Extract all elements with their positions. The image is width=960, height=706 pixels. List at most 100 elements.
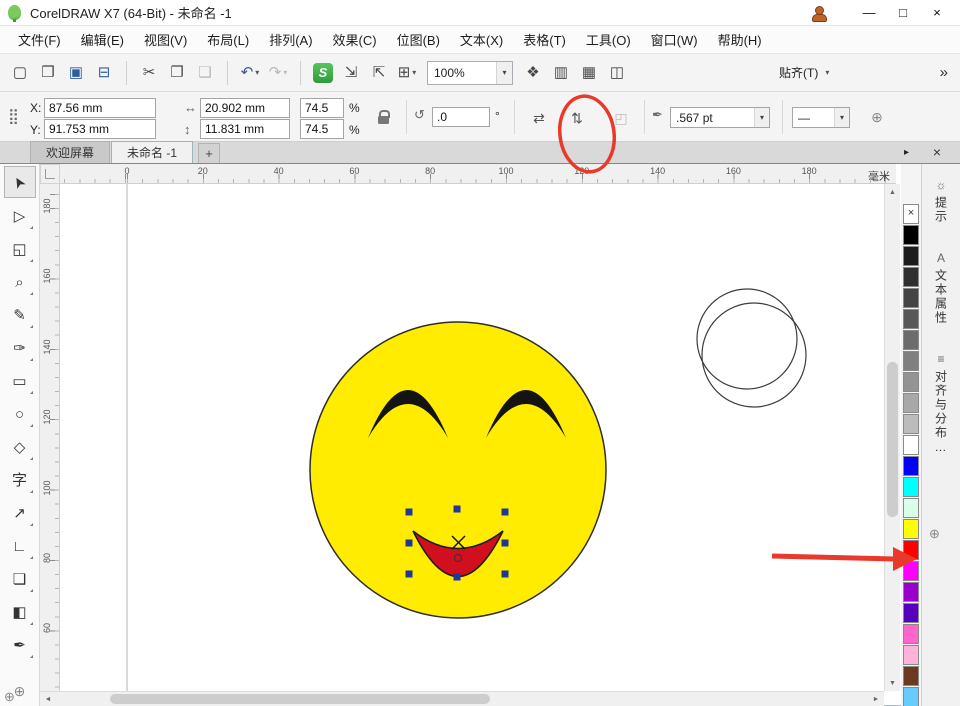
scroll-up-button[interactable]: ▲	[885, 185, 900, 199]
lock-ratio-button[interactable]	[370, 105, 396, 129]
scroll-left-button[interactable]: ◄	[41, 692, 55, 706]
scale-v-input[interactable]	[300, 119, 344, 139]
width-input[interactable]	[200, 98, 290, 118]
drop-shadow-tool[interactable]: ❏	[5, 564, 35, 594]
color-swatch[interactable]	[903, 498, 919, 518]
paste-button[interactable]: ❑	[192, 60, 218, 86]
new-document-tab-button[interactable]: +	[198, 143, 220, 163]
print-button[interactable]: ⊟	[91, 60, 117, 86]
tab-welcome-screen[interactable]: 欢迎屏幕	[30, 141, 110, 163]
color-swatch[interactable]	[903, 666, 919, 686]
horizontal-ruler[interactable]: 毫米 020406080100120140160180	[60, 164, 896, 184]
menu-item[interactable]: 文件(F)	[8, 26, 71, 53]
copy-button[interactable]: ❐	[164, 60, 190, 86]
color-swatch[interactable]	[903, 624, 919, 644]
close-button[interactable]: ×	[920, 2, 954, 24]
color-swatch[interactable]	[903, 603, 919, 623]
scale-h-input[interactable]	[300, 98, 344, 118]
color-swatch[interactable]	[903, 351, 919, 371]
import-button[interactable]: ⇲	[338, 60, 364, 86]
menu-item[interactable]: 排列(A)	[259, 26, 322, 53]
selection-handle[interactable]	[502, 540, 509, 547]
scroll-down-button[interactable]: ▼	[885, 676, 900, 690]
line-style-combo[interactable]: — ▾	[792, 107, 850, 128]
color-swatch[interactable]	[903, 456, 919, 476]
color-swatch[interactable]	[903, 267, 919, 287]
color-swatch[interactable]	[903, 372, 919, 392]
quick-customize-button[interactable]: ⊕	[864, 105, 890, 129]
vertical-scrollbar[interactable]: ▲ ▼	[884, 184, 900, 691]
mirror-vertical-button[interactable]: ⇅	[564, 106, 590, 130]
scroll-right-button[interactable]: ►	[869, 692, 883, 706]
selection-handle[interactable]	[502, 571, 509, 578]
color-swatch[interactable]	[903, 582, 919, 602]
save-button[interactable]: ▣	[63, 60, 89, 86]
menu-item[interactable]: 文本(X)	[450, 26, 513, 53]
menu-item[interactable]: 帮助(H)	[708, 26, 772, 53]
horizontal-scrollbar[interactable]: ◄ ►	[40, 691, 884, 706]
color-swatch[interactable]	[903, 645, 919, 665]
color-swatch[interactable]	[903, 225, 919, 245]
menu-item[interactable]: 编辑(E)	[71, 26, 134, 53]
x-position-input[interactable]	[44, 98, 156, 118]
pick-tool[interactable]: ➤	[4, 166, 36, 198]
color-swatch[interactable]	[903, 414, 919, 434]
connector-tool[interactable]: ∟	[5, 531, 35, 561]
application-launcher-button[interactable]: ⊞▾	[394, 60, 420, 86]
docker-close-button[interactable]: ×	[929, 144, 945, 160]
y-position-input[interactable]	[44, 119, 156, 139]
shape-tool[interactable]: ▷	[5, 201, 35, 231]
mirror-horizontal-button[interactable]: ⇄	[526, 106, 552, 130]
minimize-button[interactable]: —	[852, 2, 886, 24]
selection-handle[interactable]	[502, 509, 509, 516]
polygon-tool[interactable]: ◇	[5, 432, 35, 462]
zoom-level-combo[interactable]: 100%▾	[427, 61, 513, 85]
circle-shape[interactable]	[702, 303, 806, 407]
vertical-scroll-thumb[interactable]	[887, 362, 898, 517]
color-swatch[interactable]	[903, 288, 919, 308]
tab-scroll-button[interactable]: ▸	[904, 147, 909, 158]
export-button[interactable]: ⇱	[366, 60, 392, 86]
tab-untitled-1[interactable]: 未命名 -1	[111, 141, 193, 163]
show-guidelines-button[interactable]: ◫	[604, 60, 630, 86]
rectangle-tool[interactable]: ▭	[5, 366, 35, 396]
maximize-button[interactable]: □	[886, 2, 920, 24]
no-color-swatch[interactable]: ×	[903, 204, 919, 224]
color-swatch[interactable]	[903, 246, 919, 266]
toolbar-overflow-button[interactable]: »	[940, 64, 948, 81]
menu-item[interactable]: 表格(T)	[513, 26, 576, 53]
color-swatch[interactable]	[903, 435, 919, 455]
outline-width-combo[interactable]: .567 pt ▾	[670, 107, 770, 128]
new-document-button[interactable]: ▢	[7, 60, 33, 86]
eyedropper-tool[interactable]: ✒	[5, 630, 35, 660]
canvas[interactable]	[60, 184, 884, 691]
height-input[interactable]	[200, 119, 290, 139]
open-button[interactable]: ❒	[35, 60, 61, 86]
rotation-angle-input[interactable]	[432, 107, 490, 127]
redo-button[interactable]: ↷▾	[265, 60, 291, 86]
color-swatch[interactable]	[903, 309, 919, 329]
account-button[interactable]	[810, 5, 826, 21]
color-swatch[interactable]	[903, 561, 919, 581]
docker-tab[interactable]: A文本属性	[926, 243, 956, 334]
menu-item[interactable]: 视图(V)	[134, 26, 197, 53]
color-swatch[interactable]	[903, 477, 919, 497]
selection-handle[interactable]	[454, 506, 461, 513]
docker-tab[interactable]: ☼提示	[926, 170, 956, 233]
cut-button[interactable]: ✂	[136, 60, 162, 86]
navigator-button[interactable]: ⊕	[4, 689, 15, 705]
transparency-tool[interactable]: ◧	[5, 597, 35, 627]
crop-tool[interactable]: ◱	[5, 234, 35, 264]
menu-item[interactable]: 效果(C)	[323, 26, 387, 53]
ellipse-tool[interactable]: ○	[5, 399, 35, 429]
text-tool[interactable]: 字	[5, 465, 35, 495]
color-swatch[interactable]	[903, 330, 919, 350]
color-swatch[interactable]	[903, 393, 919, 413]
menu-item[interactable]: 工具(O)	[576, 26, 641, 53]
color-swatch[interactable]	[903, 687, 919, 706]
ruler-origin[interactable]	[40, 164, 60, 184]
selection-handle[interactable]	[454, 574, 461, 581]
palette-expand-button[interactable]: ⊕	[929, 526, 940, 542]
search-content-button[interactable]: S	[310, 60, 336, 86]
menu-item[interactable]: 布局(L)	[197, 26, 259, 53]
